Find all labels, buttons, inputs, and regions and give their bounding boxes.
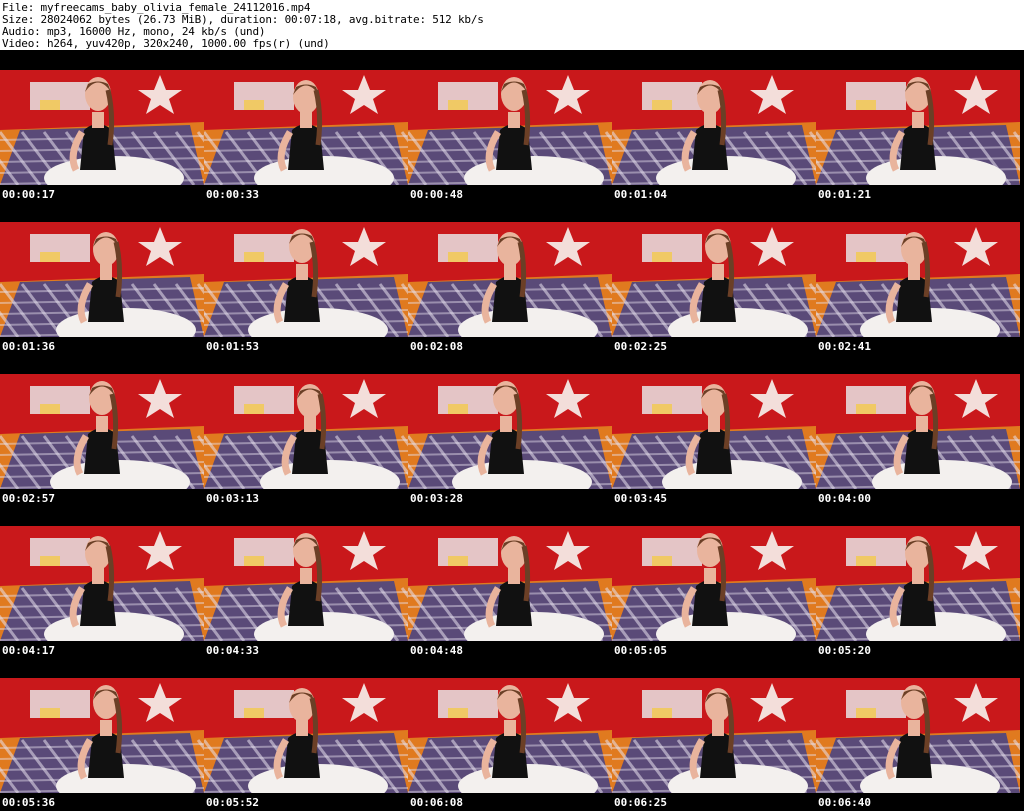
thumbnail-cell: 00:06:40: [816, 658, 1020, 810]
frame-timestamp: 00:00:48: [410, 188, 463, 201]
video-frame-thumbnail: [816, 70, 1020, 185]
thumbnail-cell: 00:02:08: [408, 202, 612, 354]
video-frame-thumbnail: [612, 70, 816, 185]
frame-timestamp: 00:04:17: [2, 644, 55, 657]
video-frame-thumbnail: [408, 222, 612, 337]
thumbnail-cell: 00:02:41: [816, 202, 1020, 354]
thumbnail-cell: 00:00:17: [0, 50, 204, 202]
frame-timestamp: 00:05:36: [2, 796, 55, 809]
frame-timestamp: 00:04:48: [410, 644, 463, 657]
video-frame-thumbnail: [816, 678, 1020, 793]
thumbnail-cell: 00:01:04: [612, 50, 816, 202]
thumbnail-cell: 00:06:08: [408, 658, 612, 810]
thumbnail-cell: 00:04:17: [0, 506, 204, 658]
video-frame-thumbnail: [612, 678, 816, 793]
video-frame-thumbnail: [408, 526, 612, 641]
thumbnail-cell: 00:04:48: [408, 506, 612, 658]
frame-timestamp: 00:02:08: [410, 340, 463, 353]
frame-timestamp: 00:01:53: [206, 340, 259, 353]
video-frame-thumbnail: [816, 374, 1020, 489]
thumbnail-cell: 00:00:48: [408, 50, 612, 202]
thumbnail-cell: 00:01:53: [204, 202, 408, 354]
thumbnail-cell: 00:04:00: [816, 354, 1020, 506]
thumbnail-cell: 00:02:25: [612, 202, 816, 354]
frame-timestamp: 00:02:25: [614, 340, 667, 353]
frame-timestamp: 00:02:57: [2, 492, 55, 505]
frame-timestamp: 00:01:04: [614, 188, 667, 201]
file-info-header: File: myfreecams_baby_olivia_female_2411…: [0, 0, 1024, 50]
video-frame-thumbnail: [204, 70, 408, 185]
frame-timestamp: 00:05:20: [818, 644, 871, 657]
video-frame-thumbnail: [612, 222, 816, 337]
thumbnail-grid: 00:00:17 00:00:33 00:00:48 00:01:04 00:0…: [0, 50, 1024, 811]
frame-timestamp: 00:00:17: [2, 188, 55, 201]
video-frame-thumbnail: [408, 374, 612, 489]
video-frame-thumbnail: [612, 526, 816, 641]
thumbnail-cell: 00:03:13: [204, 354, 408, 506]
frame-timestamp: 00:00:33: [206, 188, 259, 201]
thumbnail-cell: 00:05:36: [0, 658, 204, 810]
video-frame-thumbnail: [816, 526, 1020, 641]
thumbnail-cell: 00:03:45: [612, 354, 816, 506]
video-frame-thumbnail: [204, 526, 408, 641]
video-frame-thumbnail: [0, 70, 204, 185]
video-frame-thumbnail: [204, 374, 408, 489]
video-frame-thumbnail: [0, 526, 204, 641]
frame-timestamp: 00:06:40: [818, 796, 871, 809]
video-frame-thumbnail: [0, 222, 204, 337]
frame-timestamp: 00:06:08: [410, 796, 463, 809]
thumbnail-cell: 00:01:21: [816, 50, 1020, 202]
frame-timestamp: 00:06:25: [614, 796, 667, 809]
thumbnail-cell: 00:05:20: [816, 506, 1020, 658]
thumbnail-cell: 00:06:25: [612, 658, 816, 810]
video-frame-thumbnail: [612, 374, 816, 489]
frame-timestamp: 00:01:21: [818, 188, 871, 201]
frame-timestamp: 00:04:00: [818, 492, 871, 505]
video-info-line: Video: h264, yuv420p, 320x240, 1000.00 f…: [2, 37, 330, 50]
thumbnail-cell: 00:03:28: [408, 354, 612, 506]
video-frame-thumbnail: [816, 222, 1020, 337]
thumbnail-cell: 00:05:05: [612, 506, 816, 658]
thumbnail-cell: 00:00:33: [204, 50, 408, 202]
video-frame-thumbnail: [0, 678, 204, 793]
frame-timestamp: 00:05:52: [206, 796, 259, 809]
frame-timestamp: 00:05:05: [614, 644, 667, 657]
thumbnail-cell: 00:02:57: [0, 354, 204, 506]
video-frame-thumbnail: [204, 222, 408, 337]
frame-timestamp: 00:03:28: [410, 492, 463, 505]
video-frame-thumbnail: [408, 678, 612, 793]
video-frame-thumbnail: [408, 70, 612, 185]
video-frame-thumbnail: [204, 678, 408, 793]
thumbnail-cell: 00:04:33: [204, 506, 408, 658]
frame-timestamp: 00:03:45: [614, 492, 667, 505]
frame-timestamp: 00:03:13: [206, 492, 259, 505]
frame-timestamp: 00:01:36: [2, 340, 55, 353]
thumbnail-cell: 00:05:52: [204, 658, 408, 810]
video-frame-thumbnail: [0, 374, 204, 489]
thumbnail-cell: 00:01:36: [0, 202, 204, 354]
frame-timestamp: 00:02:41: [818, 340, 871, 353]
frame-timestamp: 00:04:33: [206, 644, 259, 657]
